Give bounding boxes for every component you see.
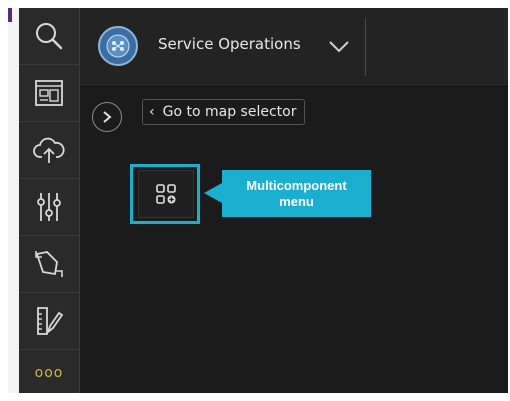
transform-icon [35,251,63,277]
sidebar-item-ruler-pencil[interactable] [19,293,79,350]
chevron-left-icon: ‹ [149,104,155,120]
go-to-map-selector-button[interactable]: ‹ Go to map selector [142,99,306,125]
search-icon [36,23,63,50]
service-operations-logo-icon [98,26,138,66]
background-page-strip [8,8,19,393]
ruler-pencil-icon [37,307,64,335]
expand-panel-button[interactable] [92,102,122,132]
sidebar-item-cloud-upload[interactable] [19,122,79,179]
app-window: ooo Service Operations ‹ Go to map selec… [8,8,508,393]
background-accent [8,8,12,22]
app-title[interactable]: Service Operations [158,35,301,53]
go-to-map-selector-label: Go to map selector [162,104,297,120]
sidebar-item-sliders[interactable] [19,179,79,236]
sidebar-more-dots[interactable]: ooo [19,365,79,381]
callout-arrow [204,183,222,203]
chevron-right-icon [103,111,112,123]
cloud-upload-icon [33,137,65,163]
left-sidebar: ooo [19,8,80,393]
top-bar: Service Operations [80,8,508,87]
header-divider [365,18,366,76]
map-layout-icon [35,80,63,106]
multicomponent-callout: Multicomponent menu [222,170,371,217]
multicomponent-menu-button[interactable] [138,170,194,218]
sliders-icon [37,193,61,221]
chevron-down-icon[interactable] [328,40,350,54]
sidebar-item-transform[interactable] [19,236,79,293]
sidebar-item-map-layout[interactable] [19,65,79,122]
sidebar-item-search[interactable] [19,8,79,65]
multicomponent-grid-add-icon [156,184,176,204]
